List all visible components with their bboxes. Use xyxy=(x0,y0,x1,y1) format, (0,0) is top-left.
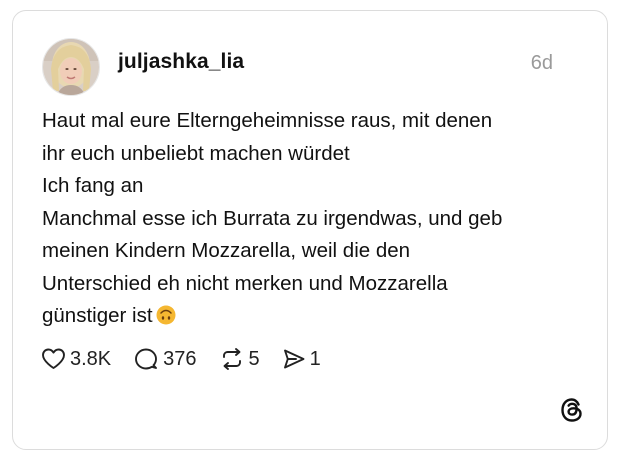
like-button[interactable]: 3.8K xyxy=(41,347,111,371)
comment-icon xyxy=(135,348,158,370)
post-card: juljashka_lia 6d Haut mal eure Elterngeh… xyxy=(12,10,608,450)
repost-icon xyxy=(222,348,241,370)
share-button[interactable]: 1 xyxy=(282,347,321,371)
post-text-line: günstiger ist xyxy=(42,304,153,327)
post-text: Haut mal eure Elterngeheimnisse raus, mi… xyxy=(42,105,582,333)
reply-button[interactable]: 376 xyxy=(133,347,197,371)
reply-count: 376 xyxy=(163,347,197,370)
username[interactable]: juljashka_lia xyxy=(118,50,244,74)
post-text-line: ihr euch unbeliebt machen würdet xyxy=(42,141,350,165)
post-text-line: Ich fang an xyxy=(42,174,144,197)
post-text-line: Unterschied eh nicht merken und Mozzarel… xyxy=(42,271,448,295)
repost-count: 5 xyxy=(248,347,260,370)
threads-logo-icon[interactable] xyxy=(559,397,585,423)
heart-icon xyxy=(42,348,65,369)
like-count: 3.8K xyxy=(70,347,112,370)
post-text-last-line: günstiger ist xyxy=(42,300,582,333)
post-text-line: Haut mal eure Elterngeheimnisse raus, mi… xyxy=(42,109,493,132)
avatar-photo xyxy=(43,39,99,95)
action-bar: 3.8K 376 5 1 xyxy=(41,345,343,373)
share-count: 1 xyxy=(309,347,321,370)
post-timestamp: 6d xyxy=(530,52,553,74)
repost-button[interactable]: 5 xyxy=(219,347,260,371)
post-text-line: Manchmal esse ich Burrata zu irgendwas, … xyxy=(42,206,503,230)
share-icon xyxy=(283,349,305,369)
upside-down-face-emoji xyxy=(156,305,176,325)
post-text-line: meinen Kindern Mozzarella, weil die den xyxy=(42,239,411,262)
avatar[interactable] xyxy=(42,38,100,96)
